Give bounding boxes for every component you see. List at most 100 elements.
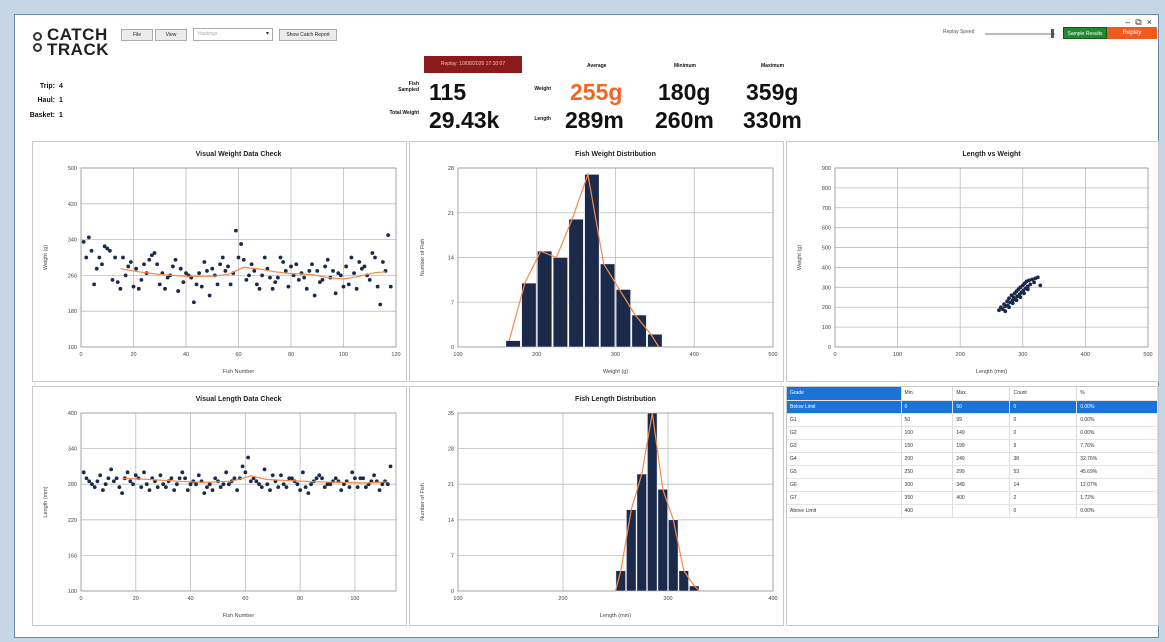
x-tick-label: 60 xyxy=(242,596,248,602)
data-point xyxy=(268,275,272,280)
y-tick-label: 420 xyxy=(68,202,77,208)
data-point xyxy=(114,476,119,481)
header-min[interactable]: Min. xyxy=(901,387,954,401)
table-cell: 0.00% xyxy=(1076,400,1158,414)
data-point xyxy=(178,266,183,271)
x-axis-label: Weight (g) xyxy=(603,369,628,375)
basket-row: Basket: 1 xyxy=(19,112,63,119)
table-cell: Below Limit xyxy=(787,400,902,414)
replay-speed-slider-thumb[interactable] xyxy=(1050,29,1054,38)
data-point xyxy=(185,488,190,493)
histogram-bar xyxy=(636,473,647,592)
x-tick-label: 100 xyxy=(453,596,462,602)
app-window: – ⧉ × CATCH TRACK File View Hastings ▾ S… xyxy=(14,14,1159,638)
data-point xyxy=(309,482,313,487)
data-point xyxy=(240,464,245,469)
x-tick-label: 300 xyxy=(1018,352,1027,358)
table-row[interactable]: G3 150 199 9 7.76% xyxy=(787,439,1158,453)
data-point xyxy=(139,485,144,490)
table-row[interactable]: G7 350 400 2 1.72% xyxy=(787,491,1158,505)
table-row[interactable]: G6 300 349 14 12.07% xyxy=(787,478,1158,492)
data-point xyxy=(170,264,175,269)
data-point xyxy=(276,485,281,490)
data-point xyxy=(158,473,163,478)
table-row[interactable]: Above Limit 400 0 0.00% xyxy=(787,504,1158,518)
y-tick-label: 21 xyxy=(448,482,454,488)
table-row[interactable]: G2 100 149 0 0.00% xyxy=(787,426,1158,440)
header-grade[interactable]: Grade xyxy=(787,387,902,401)
y-tick-label: 500 xyxy=(822,246,831,252)
maximum-length-value: 330m xyxy=(743,107,802,133)
data-point xyxy=(333,291,338,296)
chart-svg: Fish Length Distribution 100 200 300 400 0 7 14… xyxy=(420,396,778,619)
x-axis-label: Length (mm) xyxy=(600,613,631,619)
x-tick-label: 500 xyxy=(768,352,777,358)
data-point xyxy=(228,282,233,287)
data-point xyxy=(347,485,352,490)
replay-button[interactable]: Replay xyxy=(1107,27,1157,39)
table-row[interactable]: G4 200 249 38 32.76% xyxy=(787,452,1158,466)
header-max[interactable]: Max. xyxy=(952,387,1011,401)
data-point xyxy=(257,286,262,291)
y-tick-label: 260 xyxy=(68,273,77,279)
y-tick-label: 21 xyxy=(448,211,454,217)
x-tick-label: 100 xyxy=(339,352,348,358)
view-button[interactable]: View xyxy=(155,29,187,41)
data-point xyxy=(1022,291,1026,296)
table-row[interactable]: Below Limit 0 50 0 0.00% xyxy=(787,400,1158,414)
data-point xyxy=(97,255,102,260)
data-point xyxy=(131,482,135,487)
histogram-bar xyxy=(521,282,537,348)
table-cell: G5 xyxy=(787,465,902,479)
x-tick-label: 200 xyxy=(558,596,567,602)
data-point xyxy=(1003,309,1008,314)
x-tick-label: 0 xyxy=(79,596,82,602)
y-tick-label: 28 xyxy=(448,166,454,172)
data-point xyxy=(336,271,341,276)
x-tick-label: 100 xyxy=(893,352,902,358)
data-point xyxy=(315,269,320,273)
data-point xyxy=(265,482,270,487)
data-point xyxy=(123,273,128,278)
header-count[interactable]: Count xyxy=(1009,387,1078,401)
data-point xyxy=(120,491,124,495)
chart-svg: Visual Weight Data Check 0 20 40 60 80 100 120 1… xyxy=(43,151,401,375)
sample-results-button[interactable]: Sample Results xyxy=(1063,27,1107,39)
data-point xyxy=(385,482,390,487)
data-point xyxy=(306,491,311,495)
x-tick-label: 200 xyxy=(956,352,965,358)
data-point xyxy=(1035,275,1040,280)
data-point xyxy=(1018,295,1023,300)
data-point xyxy=(295,482,300,487)
app-logo: CATCH TRACK xyxy=(33,26,109,59)
table-row[interactable]: G1 50 99 0 0.00% xyxy=(787,413,1158,427)
data-point xyxy=(353,476,357,481)
data-point xyxy=(310,262,314,267)
data-point xyxy=(303,485,308,490)
table-cell: G4 xyxy=(787,452,902,466)
catch-report-button[interactable]: Show Catch Report xyxy=(279,29,337,41)
table-row[interactable]: G5 250 299 53 45.69% xyxy=(787,465,1158,479)
data-point xyxy=(325,257,330,262)
data-point xyxy=(133,473,138,478)
data-point xyxy=(248,479,253,484)
logo-bottom-text: TRACK xyxy=(47,40,109,59)
dropdown-placeholder: Hastings xyxy=(198,31,218,37)
histogram-bar xyxy=(615,570,626,592)
data-point xyxy=(243,470,248,475)
replay-speed-slider[interactable] xyxy=(985,33,1055,35)
data-point xyxy=(218,262,223,267)
header-percent[interactable]: % xyxy=(1076,387,1158,401)
table-cell: 32.76% xyxy=(1076,452,1158,466)
table-cell: 0.00% xyxy=(1076,504,1158,518)
location-dropdown[interactable]: Hastings ▾ xyxy=(193,28,273,41)
data-point xyxy=(84,476,89,481)
data-point xyxy=(388,284,393,289)
file-button[interactable]: File xyxy=(121,29,153,41)
table-cell: 0 xyxy=(1009,413,1078,427)
histogram-bar xyxy=(678,570,689,592)
data-point xyxy=(103,482,108,487)
data-point xyxy=(354,286,359,291)
data-point xyxy=(128,479,133,484)
data-point xyxy=(239,242,244,246)
